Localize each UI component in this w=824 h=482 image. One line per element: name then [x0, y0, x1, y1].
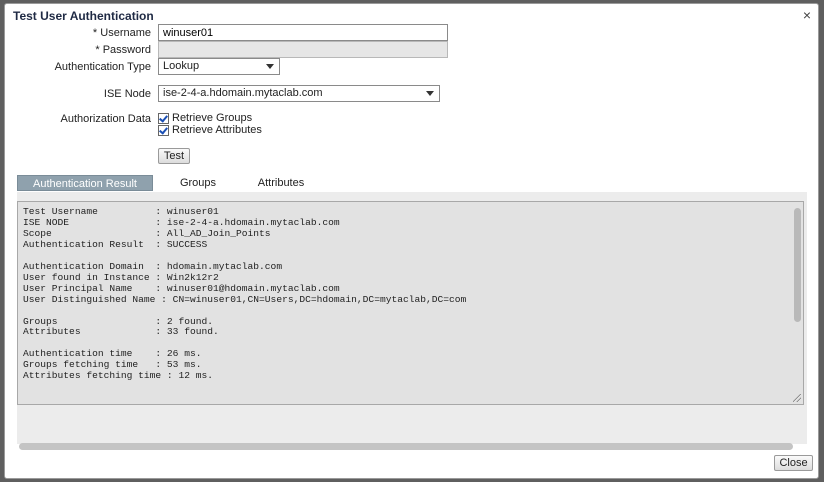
username-label: * Username — [92, 27, 151, 39]
ise-node-label: ISE Node — [103, 88, 151, 100]
checkbox-checked-icon — [158, 124, 169, 136]
checkbox-checked-icon — [158, 112, 169, 124]
username-field[interactable] — [158, 24, 448, 41]
tab-authentication-result[interactable]: Authentication Result — [17, 175, 153, 191]
retrieve-groups-checkbox[interactable]: Retrieve Groups — [158, 112, 252, 124]
horizontal-scrollbar[interactable] — [19, 443, 793, 450]
authentication-result-textarea[interactable]: Test Username : winuser01 ISE NODE : ise… — [17, 201, 804, 405]
auth-type-label: Authentication Type — [54, 61, 151, 73]
vertical-scrollbar[interactable] — [794, 204, 802, 386]
retrieve-groups-label: Retrieve Groups — [172, 112, 253, 124]
ise-node-value: ise-2-4-a.hdomain.mytaclab.com — [163, 87, 323, 99]
password-field[interactable] — [158, 41, 448, 58]
chevron-down-icon — [266, 64, 274, 69]
password-label: * Password — [95, 44, 151, 56]
close-icon[interactable]: × — [803, 7, 811, 23]
retrieve-attributes-checkbox[interactable]: Retrieve Attributes — [158, 124, 262, 136]
close-button[interactable]: Close — [774, 455, 813, 471]
dialog-title: Test User Authentication — [13, 9, 154, 23]
auth-type-select[interactable]: Lookup — [158, 58, 280, 75]
resize-grip-icon[interactable] — [793, 394, 801, 402]
auth-type-value: Lookup — [163, 60, 200, 72]
test-button[interactable]: Test — [158, 148, 190, 164]
authorization-data-label: Authorization Data — [60, 113, 152, 125]
ise-node-select[interactable]: ise-2-4-a.hdomain.mytaclab.com — [158, 85, 440, 102]
result-text: Test Username : winuser01 ISE NODE : ise… — [23, 206, 467, 382]
scrollbar-thumb[interactable] — [794, 208, 801, 322]
tab-attributes[interactable]: Attributes — [253, 175, 309, 191]
tab-groups[interactable]: Groups — [173, 175, 223, 191]
chevron-down-icon — [426, 91, 434, 96]
retrieve-attributes-label: Retrieve Attributes — [172, 124, 262, 136]
test-user-authentication-dialog: Test User Authentication × * Username * … — [4, 3, 819, 479]
